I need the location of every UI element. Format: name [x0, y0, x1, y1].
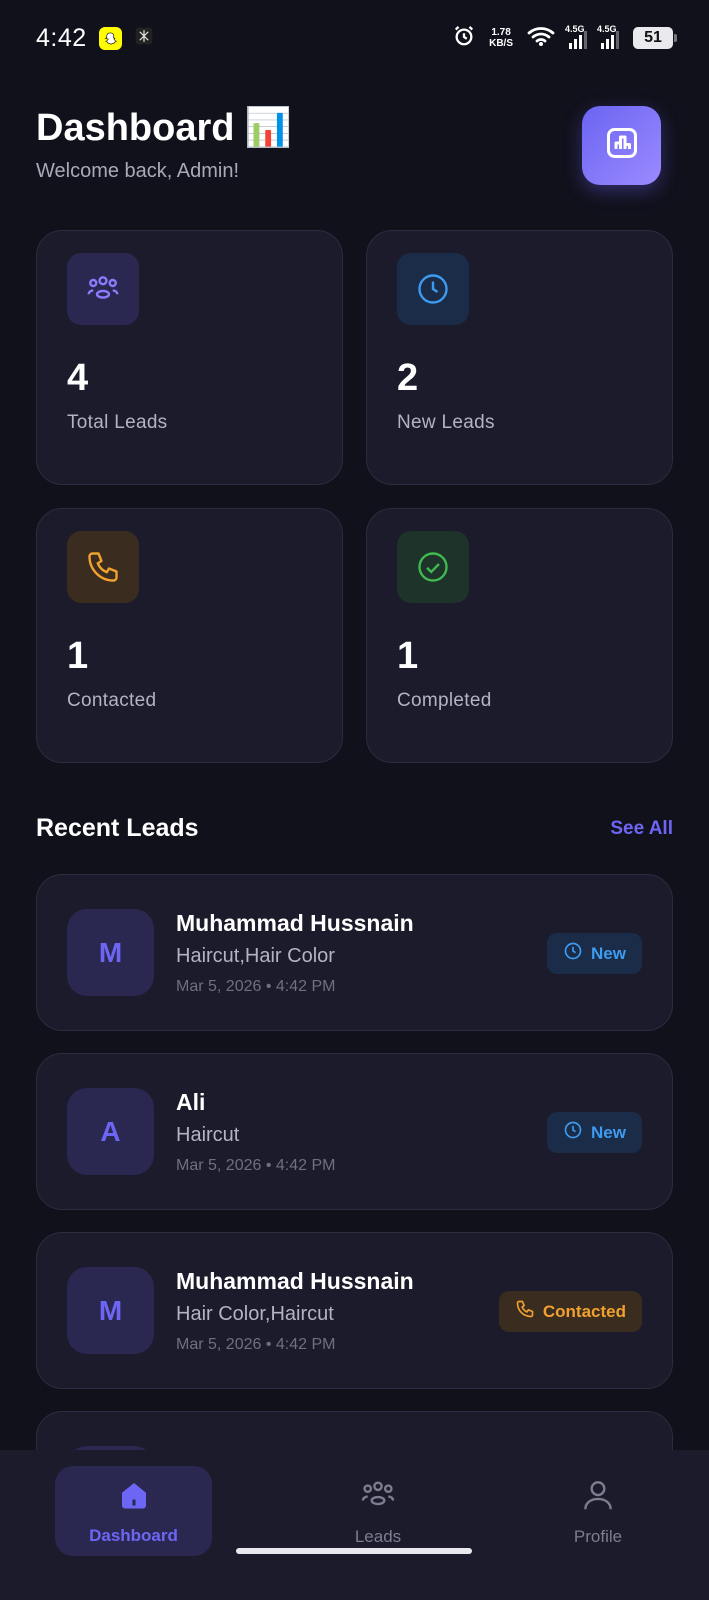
stats-grid: 4 Total Leads 2 New Leads 1 Contacted 1 … — [36, 230, 673, 763]
lead-time: Mar 5, 2026 • 4:42 PM — [176, 977, 336, 995]
battery-icon: 51 — [633, 27, 677, 49]
nav-dashboard[interactable]: Dashboard — [55, 1466, 212, 1556]
lead-services: Haircut — [176, 1123, 240, 1146]
status-bar: 4:42 1.78 KB/S 4.5G 4.5G 51 — [0, 0, 709, 76]
stat-card-total-leads[interactable]: 4 Total Leads — [36, 230, 343, 485]
header: Dashboard 📊 Welcome back, Admin! — [36, 106, 661, 186]
stat-card-contacted[interactable]: 1 Contacted — [36, 508, 343, 763]
lead-services: Hair Color,Haircut — [176, 1302, 334, 1325]
lead-card[interactable]: M Muhammad Hussnain Haircut,Hair Color M… — [36, 874, 673, 1031]
analytics-button[interactable] — [582, 106, 661, 185]
check-circle-icon — [397, 531, 469, 603]
recent-leads-header: Recent Leads See All — [36, 814, 673, 843]
phone-icon — [515, 1299, 535, 1324]
avatar: M — [67, 909, 154, 996]
users-icon — [67, 253, 139, 325]
lead-name: Muhammad Hussnain — [176, 909, 414, 936]
stat-value: 1 — [67, 635, 89, 677]
nav-leads[interactable]: Leads — [300, 1466, 456, 1556]
stat-value: 2 — [397, 357, 419, 399]
section-title: Recent Leads — [36, 814, 199, 842]
phone-icon — [67, 531, 139, 603]
net-speed: 1.78 KB/S — [489, 27, 513, 49]
clock-icon — [563, 941, 583, 966]
lead-name: Muhammad Hussnain — [176, 1267, 414, 1294]
leads-list: M Muhammad Hussnain Haircut,Hair Color M… — [36, 874, 673, 1450]
lead-card[interactable]: M Muhammad Hussnain Hair Color,Haircut M… — [36, 1232, 673, 1389]
alarm-icon — [453, 25, 475, 52]
avatar: A — [67, 1088, 154, 1175]
stat-value: 1 — [397, 635, 419, 677]
see-all-link[interactable]: See All — [610, 818, 673, 840]
page-title: Dashboard 📊 — [36, 106, 292, 150]
stat-label: Total Leads — [67, 412, 168, 433]
stat-label: New Leads — [397, 412, 495, 433]
stat-card-new-leads[interactable]: 2 New Leads — [366, 230, 673, 485]
bar-chart-icon — [604, 125, 640, 166]
clock-icon — [563, 1120, 583, 1145]
lead-services: Haircut,Hair Color — [176, 944, 335, 967]
signal-icon: 4.5G — [597, 24, 619, 49]
lead-card[interactable] — [36, 1411, 673, 1450]
stat-value: 4 — [67, 357, 89, 399]
clock-icon — [397, 253, 469, 325]
home-indicator[interactable] — [236, 1548, 472, 1554]
avatar: M — [67, 1267, 154, 1354]
stat-label: Completed — [397, 690, 492, 711]
bottom-nav: Dashboard Leads Profile — [0, 1450, 709, 1600]
nav-profile[interactable]: Profile — [520, 1466, 676, 1556]
status-time: 4:42 — [36, 23, 87, 52]
welcome-subtitle: Welcome back, Admin! — [36, 160, 240, 182]
chart-emoji-icon: 📊 — [244, 107, 292, 149]
stat-label: Contacted — [67, 690, 157, 711]
status-badge: Contacted — [498, 1291, 642, 1332]
snapchat-icon — [98, 26, 122, 50]
users-icon — [359, 1476, 397, 1519]
notification-icon — [134, 26, 154, 51]
lead-info: Muhammad Hussnain Haircut,Hair Color Mar… — [176, 910, 414, 996]
signal-icon: 4.5G — [565, 24, 587, 49]
stat-card-completed[interactable]: 1 Completed — [366, 508, 673, 763]
home-icon — [116, 1477, 152, 1518]
lead-time: Mar 5, 2026 • 4:42 PM — [176, 1156, 336, 1174]
status-badge: New — [547, 1112, 642, 1153]
status-badge: New — [547, 933, 642, 974]
wifi-icon — [527, 25, 555, 52]
lead-name: Ali — [176, 1088, 206, 1115]
lead-info: Muhammad Hussnain Hair Color,Haircut Mar… — [176, 1268, 414, 1354]
lead-time: Mar 5, 2026 • 4:42 PM — [176, 1335, 336, 1353]
user-icon — [579, 1476, 617, 1519]
lead-card[interactable]: A Ali Haircut Mar 5, 2026 • 4:42 PM New — [36, 1053, 673, 1210]
lead-info: Ali Haircut Mar 5, 2026 • 4:42 PM — [176, 1089, 335, 1175]
